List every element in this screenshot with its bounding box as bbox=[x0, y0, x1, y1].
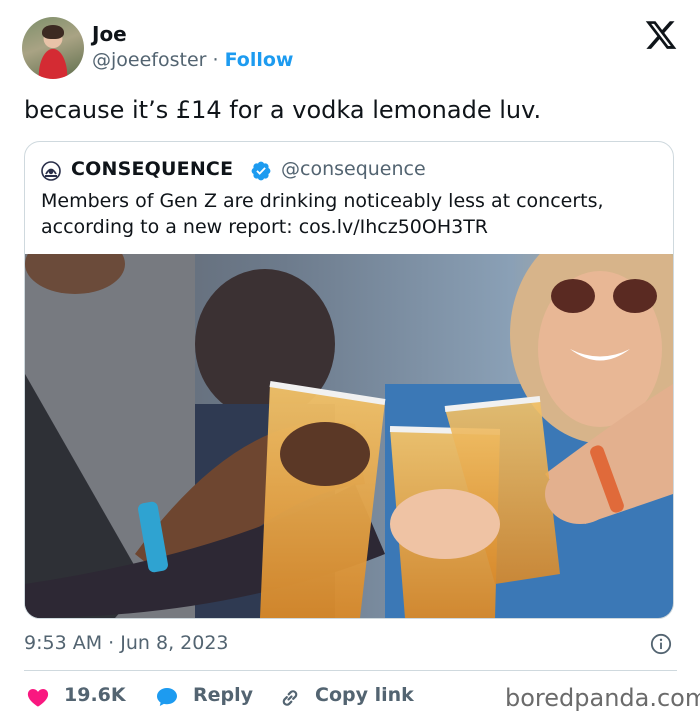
avatar[interactable] bbox=[22, 17, 84, 79]
like-count: 19.6K bbox=[64, 684, 126, 706]
follow-button[interactable]: Follow bbox=[225, 49, 294, 71]
author-name[interactable]: Joe bbox=[92, 22, 127, 46]
quoted-text-line: according to a new report: cos.lv/Ihcz50… bbox=[41, 216, 489, 238]
heart-icon bbox=[27, 689, 49, 707]
speech-bubble-icon bbox=[157, 688, 177, 706]
separator-dot: · bbox=[108, 632, 115, 654]
tweet-text: because it’s £14 for a vodka lemonade lu… bbox=[24, 96, 542, 124]
quoted-tweet[interactable]: CONSEQUENCE @consequence Members of Gen … bbox=[24, 141, 674, 619]
tweet-date[interactable]: Jun 8, 2023 bbox=[120, 632, 228, 654]
quoted-photo[interactable] bbox=[25, 254, 673, 618]
timestamp[interactable]: 9:53 AM · Jun 8, 2023 bbox=[24, 632, 229, 654]
info-icon[interactable] bbox=[650, 633, 672, 655]
tweet-card: Joe @joeefoster · Follow because it’s £1… bbox=[0, 0, 700, 723]
separator-dot: · bbox=[212, 49, 219, 71]
copy-link-label: Copy link bbox=[315, 684, 414, 706]
author-handle[interactable]: @joeefoster bbox=[92, 49, 206, 71]
link-icon bbox=[282, 690, 298, 706]
quoted-text-line: Members of Gen Z are drinking noticeably… bbox=[41, 190, 604, 212]
reply-label: Reply bbox=[193, 684, 254, 706]
quoted-author-name: CONSEQUENCE bbox=[71, 158, 234, 180]
tweet-time[interactable]: 9:53 AM bbox=[24, 632, 102, 654]
quoted-text: Members of Gen Z are drinking noticeably… bbox=[41, 188, 661, 240]
divider bbox=[24, 670, 677, 671]
photo-people-toasting-beer bbox=[25, 254, 673, 618]
consequence-logo-icon bbox=[41, 161, 61, 181]
watermark: boredpanda.com bbox=[505, 684, 700, 712]
author-handle-row: @joeefoster · Follow bbox=[92, 49, 294, 71]
quoted-author-handle: @consequence bbox=[281, 158, 426, 180]
verified-badge-icon bbox=[251, 161, 271, 181]
x-logo-icon[interactable] bbox=[644, 18, 678, 52]
